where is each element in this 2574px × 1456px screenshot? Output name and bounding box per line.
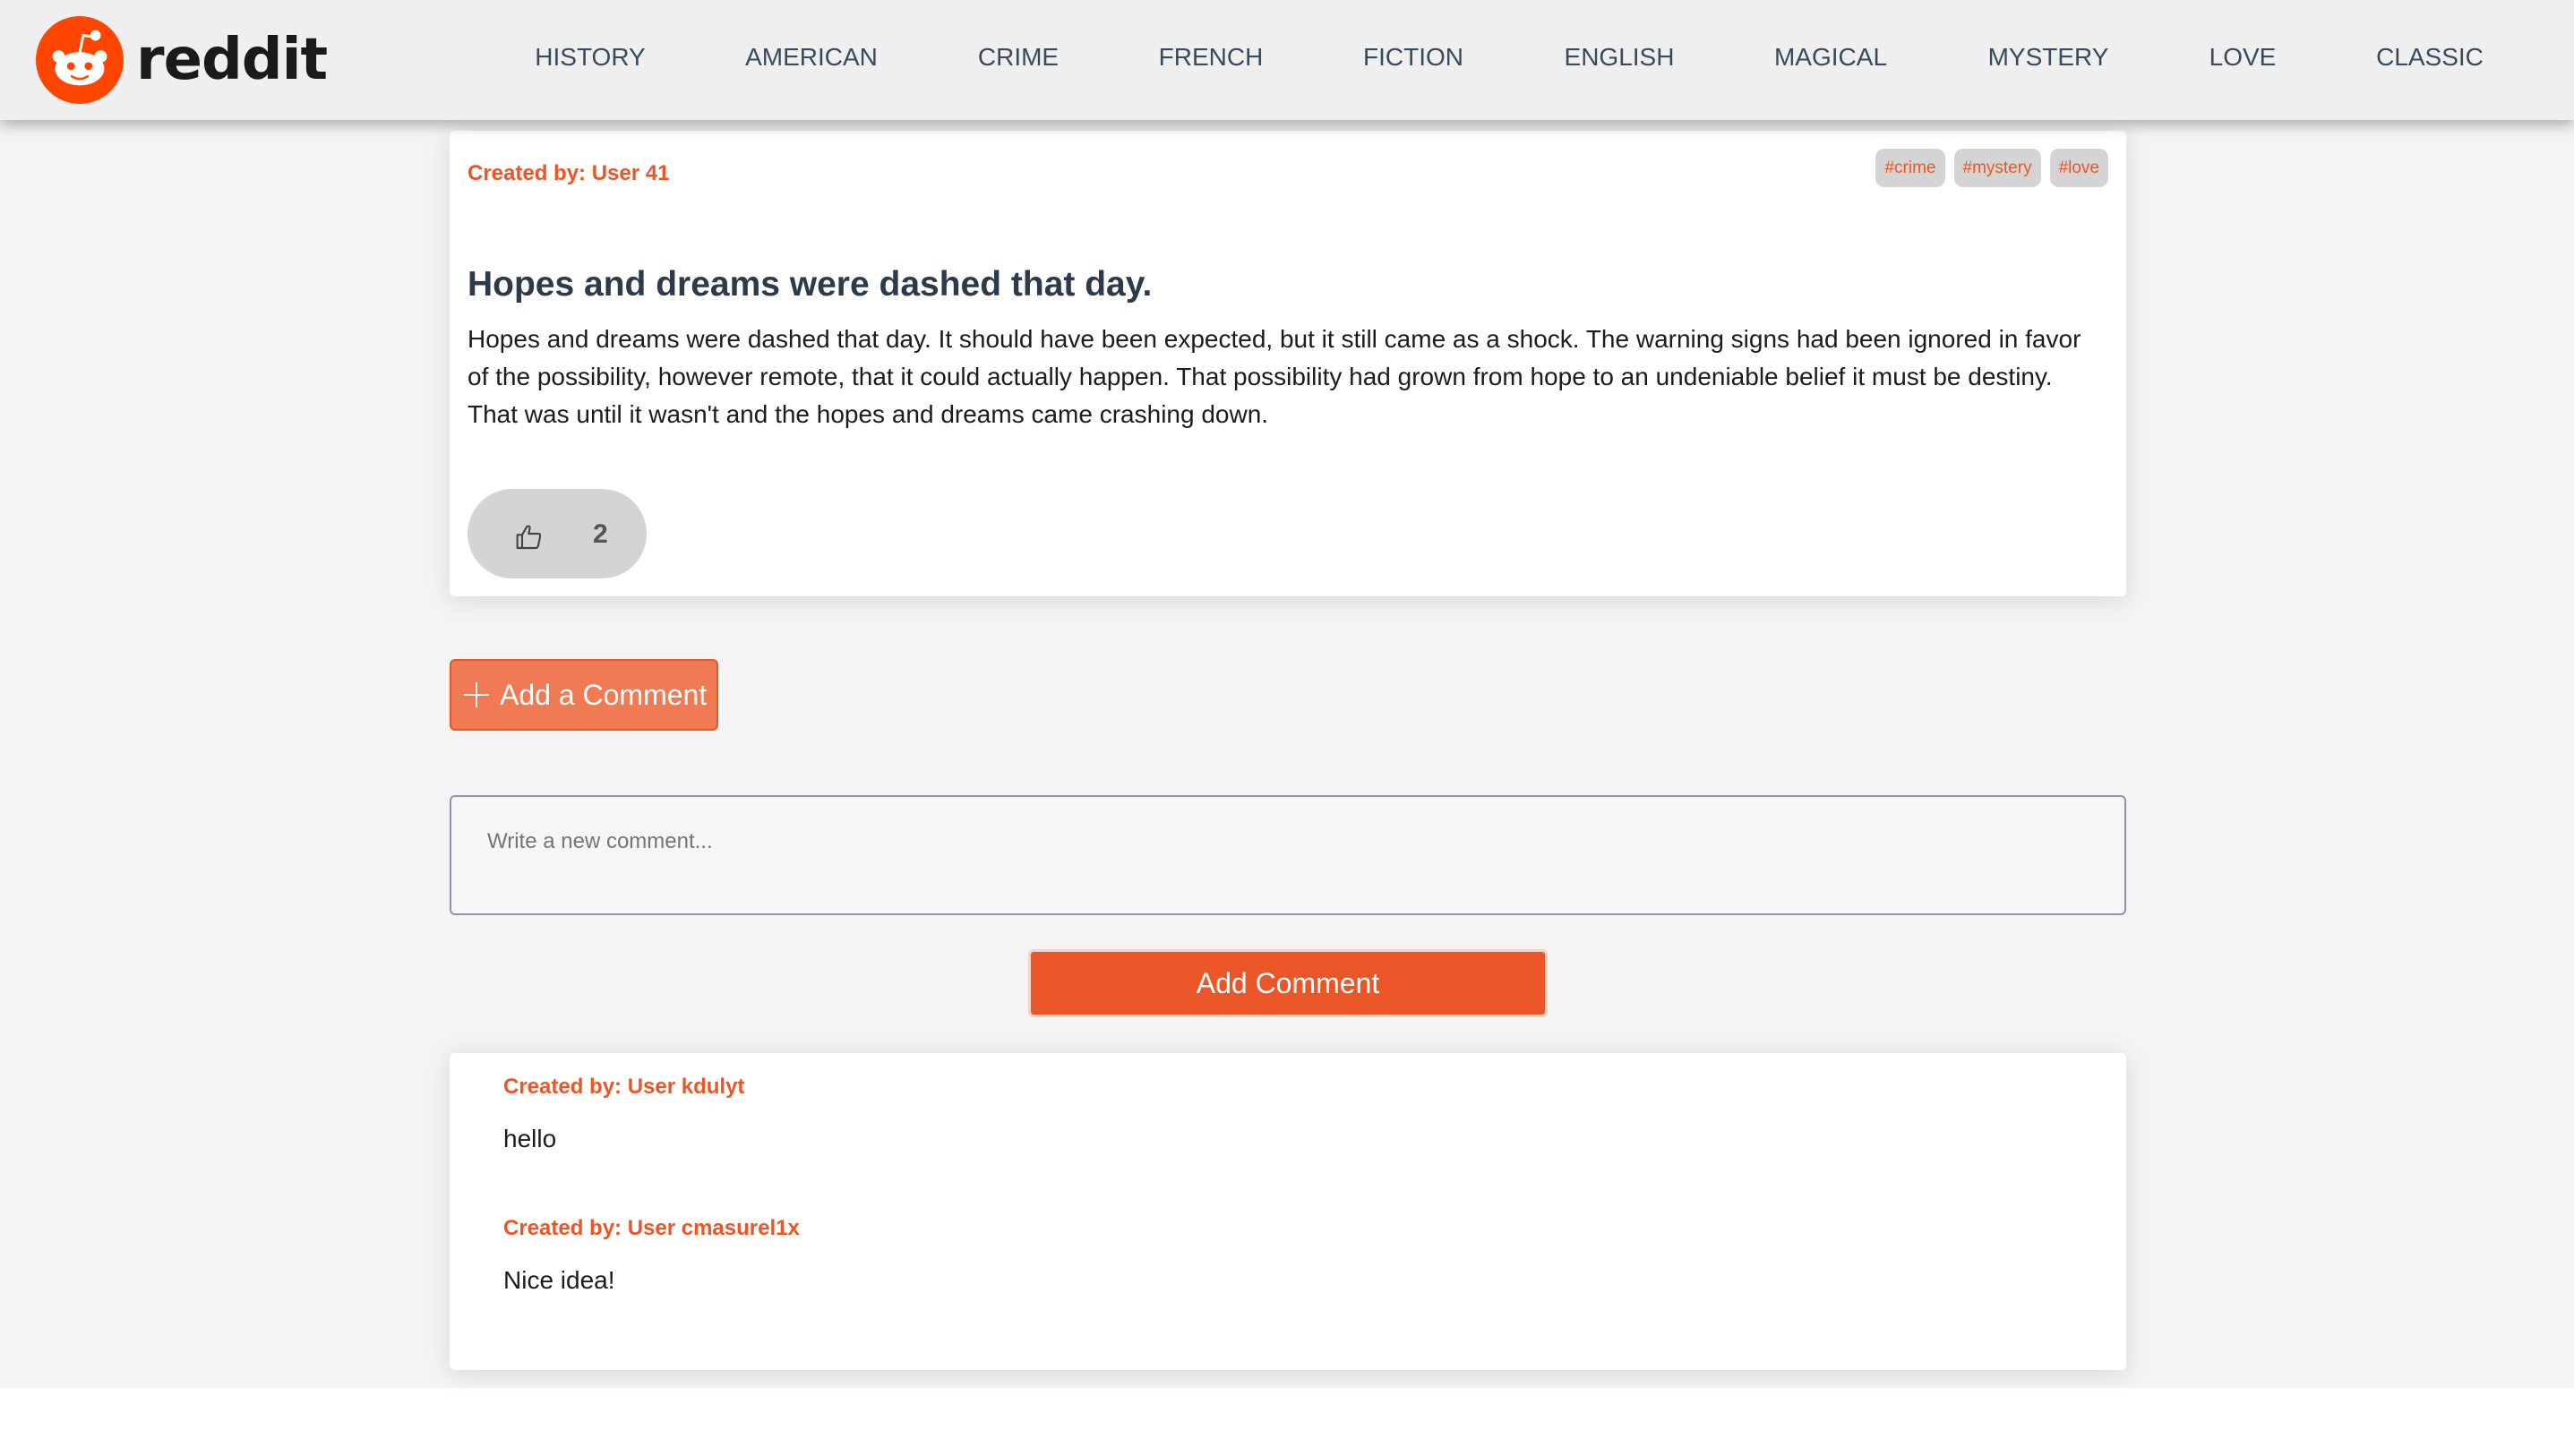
comment-author: Created by: User kdulyt	[503, 1075, 745, 1099]
nav-item-classic[interactable]: CLASSIC	[2376, 43, 2484, 72]
nav-item-french[interactable]: FRENCH	[1159, 43, 1264, 72]
tag-mystery[interactable]: #mystery	[1953, 149, 2041, 187]
nav-item-english[interactable]: ENGLISH	[1565, 43, 1675, 72]
post-card: Created by: User 41 #crime #mystery #lov…	[450, 131, 2126, 596]
like-count: 2	[593, 519, 608, 549]
add-comment-toggle-button[interactable]: Add a Comment	[450, 659, 718, 731]
add-comment-toggle-label: Add a Comment	[500, 678, 708, 711]
plus-icon	[464, 682, 489, 707]
tag-crime[interactable]: #crime	[1875, 149, 1945, 187]
add-comment-submit-button[interactable]: Add Comment	[1028, 949, 1548, 1017]
like-button[interactable]: 2	[468, 489, 647, 578]
thumbs-up-icon	[516, 525, 542, 550]
comment-text: hello	[503, 1125, 557, 1152]
nav-item-crime[interactable]: CRIME	[978, 43, 1059, 72]
post-title: Hopes and dreams were dashed that day.	[468, 265, 1153, 304]
nav-item-history[interactable]: HISTORY	[535, 43, 645, 72]
tag-love[interactable]: #love	[2049, 149, 2108, 187]
top-header: reddit HISTORY AMERICAN CRIME FRENCH FIC…	[0, 0, 2574, 120]
post-body: Hopes and dreams were dashed that day. I…	[468, 325, 2081, 428]
nav-item-love[interactable]: LOVE	[2209, 43, 2277, 72]
category-nav: HISTORY AMERICAN CRIME FRENCH FICTION EN…	[0, 0, 2574, 120]
comment-text: Nice idea!	[503, 1266, 615, 1294]
nav-item-fiction[interactable]: FICTION	[1363, 43, 1463, 72]
post-author: Created by: User 41	[468, 161, 670, 185]
nav-item-american[interactable]: AMERICAN	[745, 43, 878, 72]
comment-author: Created by: User cmasurel1x	[503, 1216, 800, 1240]
nav-item-magical[interactable]: MAGICAL	[1774, 43, 1887, 72]
nav-item-mystery[interactable]: MYSTERY	[1988, 43, 2109, 72]
comments-card: Created by: User kdulyt hello Created by…	[450, 1053, 2126, 1370]
new-comment-input[interactable]	[450, 795, 2126, 915]
post-tags: #crime #mystery #love	[1875, 149, 2108, 187]
